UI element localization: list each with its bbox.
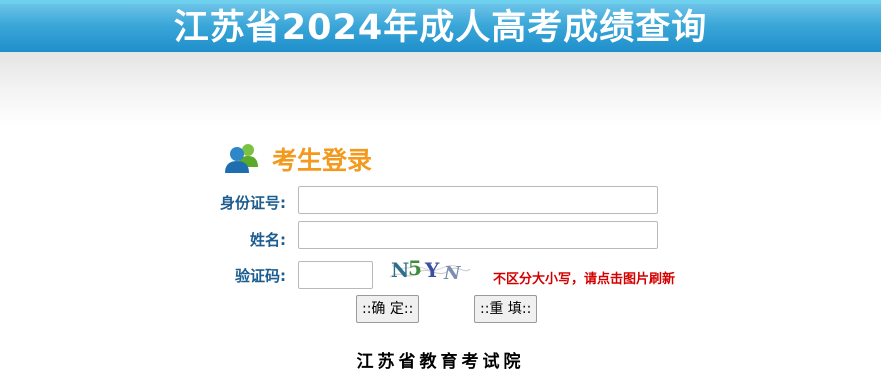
users-icon [224,143,262,175]
name-label: 姓名: [250,231,286,249]
captcha-image[interactable]: N 5 Y N [388,255,472,287]
page-title: 江苏省2024年成人高考成绩查询 [173,8,708,48]
captcha-char: N [391,258,409,282]
captcha-hint: 不区分大小写，请点击图片刷新 [493,272,676,287]
login-title: 考生登录 [272,146,373,175]
captcha-char: Y [424,258,440,282]
id-number-input[interactable] [298,186,658,214]
captcha-char: N [443,263,462,284]
header-banner: 江苏省2024年成人高考成绩查询 [0,0,881,52]
captcha-label: 验证码: [235,267,286,285]
banner-shadow [0,52,881,126]
id-number-label: 身份证号: [220,194,286,212]
name-input[interactable] [298,221,658,249]
captcha-input[interactable] [298,261,373,289]
login-header: 考生登录 [224,139,372,179]
captcha-char: 5 [408,256,422,280]
confirm-button[interactable]: ::确 定:: [356,295,420,323]
footer-organization: 江苏省教育考试院 [356,352,525,372]
reset-button[interactable]: ::重 填:: [474,295,538,323]
